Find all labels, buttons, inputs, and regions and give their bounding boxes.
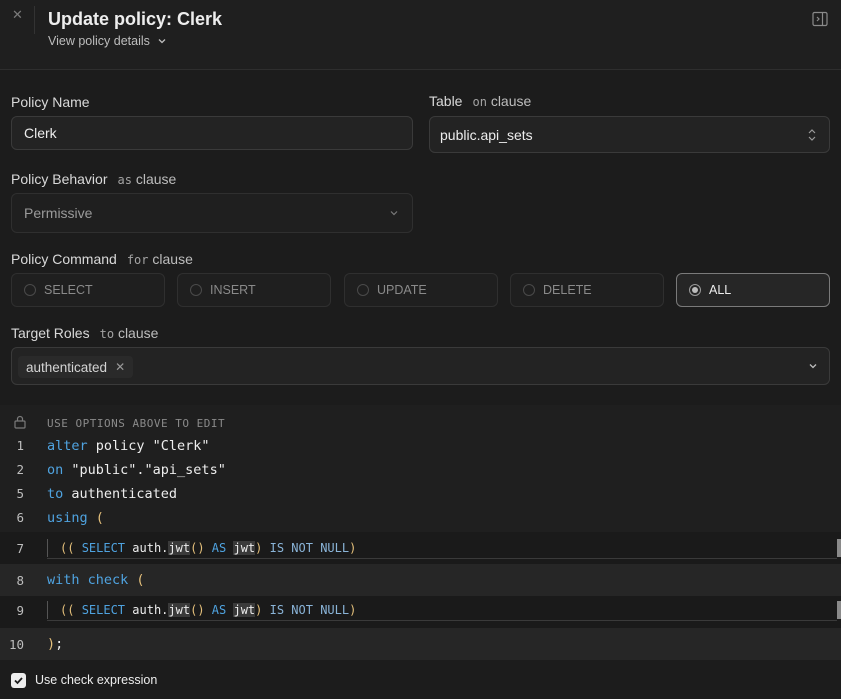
radio-icon: [357, 284, 369, 296]
target-roles-select[interactable]: authenticated ✕: [11, 347, 830, 385]
chevron-down-icon: [158, 39, 166, 44]
close-icon[interactable]: ✕: [12, 8, 24, 21]
use-check-expression-checkbox[interactable]: [11, 673, 26, 688]
scrollbar[interactable]: [837, 539, 841, 557]
editor-hint: USE OPTIONS ABOVE TO EDIT: [47, 417, 226, 430]
use-check-expression-label: Use check expression: [35, 673, 158, 687]
command-option-delete[interactable]: DELETE: [510, 273, 664, 307]
line-number: 1: [16, 438, 24, 453]
command-option-select[interactable]: SELECT: [11, 273, 165, 307]
panel-toggle-icon[interactable]: [812, 11, 828, 27]
header: ✕ Update policy: Clerk View policy detai…: [0, 0, 841, 70]
page-title: Update policy: Clerk: [48, 9, 223, 29]
code-line: on "public"."api_sets": [47, 462, 226, 478]
code-line: using (: [47, 510, 104, 526]
view-policy-details-label: View policy details: [48, 34, 150, 48]
code-line: alter policy "Clerk": [47, 438, 210, 454]
command-option-update[interactable]: UPDATE: [344, 273, 498, 307]
policy-name-input[interactable]: Clerk: [11, 116, 413, 150]
footer: Use check expression: [0, 660, 841, 699]
code-line: with check (: [47, 572, 145, 588]
divider: [47, 620, 837, 621]
line-number: 6: [16, 510, 24, 525]
policy-behavior-select[interactable]: Permissive: [11, 193, 413, 233]
header-divider: [34, 6, 35, 34]
radio-icon: [523, 284, 535, 296]
radio-selected-icon: [689, 284, 701, 296]
policy-command-label: Policy Command for clause: [11, 251, 193, 267]
line-number: 8: [16, 573, 24, 588]
table-label: Table on clause: [429, 93, 532, 109]
lock-icon: [14, 415, 26, 429]
policy-behavior-label: Policy Behavior as clause: [11, 171, 177, 187]
command-option-insert[interactable]: INSERT: [177, 273, 331, 307]
chevron-down-icon: [390, 211, 398, 216]
policy-name-label: Policy Name: [11, 94, 90, 110]
table-select[interactable]: public.api_sets: [429, 116, 830, 153]
role-chip: authenticated ✕: [18, 356, 134, 378]
line-number: 2: [16, 462, 24, 477]
line-number: 9: [16, 603, 24, 618]
chevron-up-down-icon: [808, 128, 816, 141]
line-number: 10: [8, 637, 24, 652]
code-line: );: [47, 636, 64, 652]
divider: [47, 558, 837, 559]
scrollbar[interactable]: [837, 601, 841, 619]
view-policy-details-toggle[interactable]: View policy details: [48, 34, 168, 48]
check-expression-editor[interactable]: (( SELECT auth. jwt() AS jwt) IS NOT NULL…: [47, 601, 837, 619]
using-expression-editor[interactable]: (( SELECT auth. jwt() AS jwt) IS NOT NULL…: [47, 539, 837, 557]
line-number: 5: [16, 486, 24, 501]
target-roles-label: Target Roles to clause: [11, 325, 159, 341]
code-line: to authenticated: [47, 486, 178, 502]
command-option-all[interactable]: ALL: [676, 273, 830, 307]
remove-chip-icon[interactable]: ✕: [115, 360, 125, 374]
check-icon: [14, 677, 23, 685]
line-number: 7: [16, 541, 24, 556]
radio-icon: [24, 284, 36, 296]
radio-icon: [190, 284, 202, 296]
chevron-down-icon: [809, 364, 817, 369]
sql-editor: USE OPTIONS ABOVE TO EDIT 1 alter policy…: [0, 405, 841, 660]
closing-band: [0, 628, 841, 660]
policy-form: Policy Name Clerk Table on clause public.…: [0, 71, 841, 405]
